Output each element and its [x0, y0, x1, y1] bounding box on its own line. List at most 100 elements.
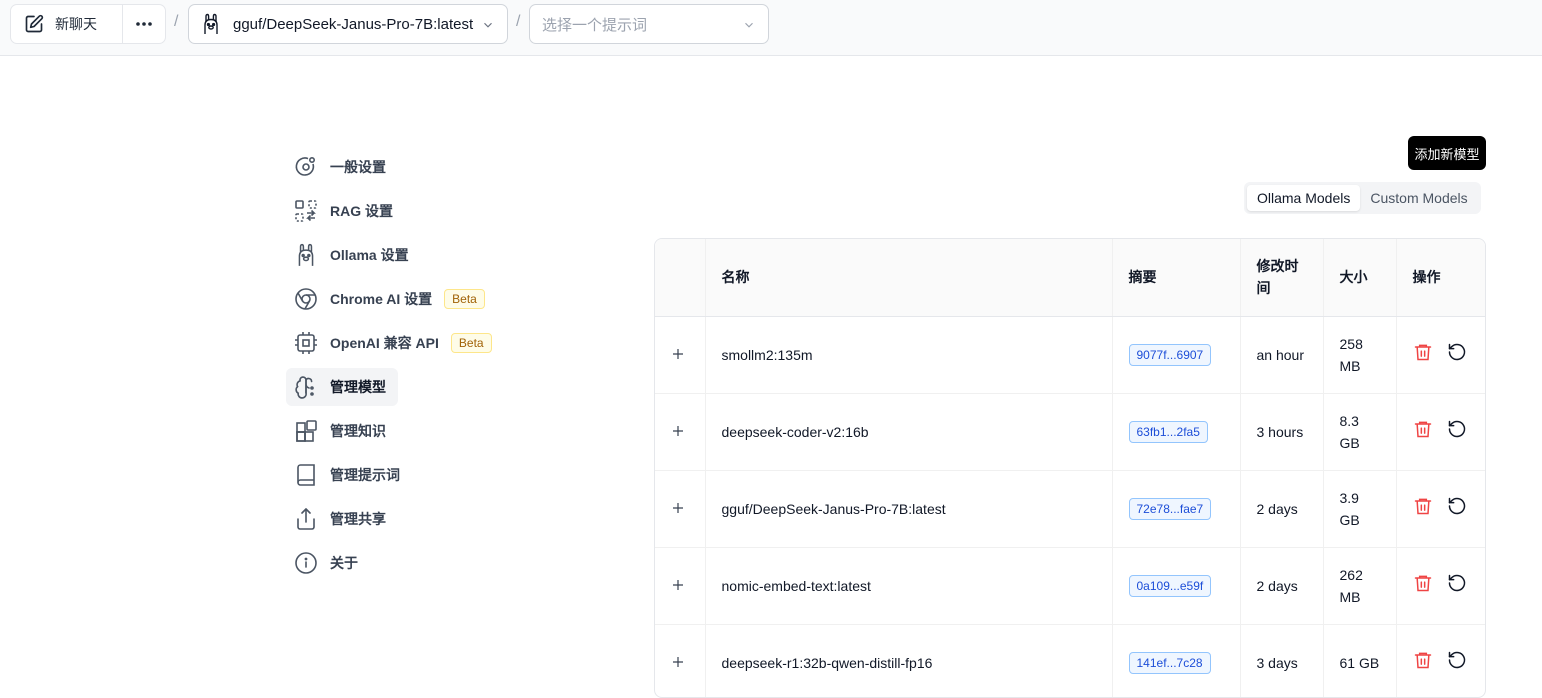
prompt-select[interactable]: 选择一个提示词: [529, 4, 769, 44]
model-source-tabs: Ollama Models Custom Models: [1244, 182, 1481, 214]
chevron-down-icon: [484, 22, 492, 28]
edit-icon: [25, 14, 44, 33]
digest-cell: 72e78...fae7: [1112, 470, 1241, 548]
sidebar-item-ollama[interactable]: Ollama 设置: [286, 236, 526, 274]
model-name: deepseek-r1:32b-qwen-distill-fp16: [705, 624, 1113, 697]
refresh-icon[interactable]: [1447, 419, 1467, 445]
models-table: 名称 摘要 修改时间 大小 操作 smollm2:135m 9077f...69…: [654, 238, 1486, 698]
ollama-icon: [294, 243, 318, 267]
expand-cell: [655, 316, 706, 394]
table-row: deepseek-coder-v2:16b 63fb1...2fa5 3 hou…: [655, 393, 1485, 471]
size-cell: 3.9 GB: [1323, 470, 1397, 548]
blocks-icon: [294, 419, 318, 443]
new-chat-button[interactable]: 新聊天: [11, 5, 123, 43]
refresh-icon[interactable]: [1447, 573, 1467, 599]
refresh-icon[interactable]: [1447, 496, 1467, 522]
sidebar-item-manage-sharing[interactable]: 管理共享: [286, 500, 526, 538]
delete-icon[interactable]: [1413, 650, 1433, 676]
tab-custom-models[interactable]: Custom Models: [1360, 185, 1477, 211]
chevron-down-icon: [745, 22, 753, 28]
expand-cell: [655, 470, 706, 548]
sidebar-item-rag[interactable]: RAG 设置: [286, 192, 526, 230]
size-cell: 258 MB: [1323, 316, 1397, 394]
refresh-icon[interactable]: [1447, 342, 1467, 368]
tab-ollama-models[interactable]: Ollama Models: [1247, 185, 1361, 211]
sidebar-item-openai-api[interactable]: OpenAI 兼容 API Beta: [286, 324, 526, 362]
header-modified: 修改时间: [1240, 239, 1324, 317]
settings-sidebar: 一般设置 RAG 设置 Ollama 设置 Chrome AI 设置 Beta …: [286, 148, 526, 588]
top-bar: 新聊天 / gguf/DeepSeek-Janus-Pro-7B:latest …: [0, 0, 1542, 56]
model-select[interactable]: gguf/DeepSeek-Janus-Pro-7B:latest: [188, 4, 508, 44]
beta-badge: Beta: [450, 333, 492, 353]
sidebar-item-label: 管理提示词: [330, 467, 400, 483]
rag-icon: [294, 199, 318, 223]
actions-cell: [1396, 393, 1485, 471]
model-name: smollm2:135m: [705, 316, 1113, 394]
brain-icon: [294, 375, 318, 399]
actions-cell: [1396, 316, 1485, 394]
new-chat-label: 新聊天: [55, 16, 97, 32]
table-row: deepseek-r1:32b-qwen-distill-fp16 141ef.…: [655, 624, 1485, 697]
beta-badge: Beta: [444, 289, 485, 309]
digest-tag: 9077f...6907: [1128, 344, 1212, 366]
model-name: nomic-embed-text:latest: [705, 547, 1113, 625]
expand-cell: [655, 547, 706, 625]
header-expand: [655, 239, 706, 317]
chrome-icon: [294, 287, 318, 311]
actions-cell: [1396, 624, 1485, 697]
sidebar-item-general[interactable]: 一般设置: [286, 148, 526, 186]
sidebar-item-label: Chrome AI 设置: [330, 291, 433, 307]
size-cell: 8.3 GB: [1323, 393, 1397, 471]
sidebar-item-manage-knowledge[interactable]: 管理知识: [286, 412, 526, 450]
header-name: 名称: [705, 239, 1113, 317]
digest-tag: 141ef...7c28: [1128, 652, 1211, 674]
more-horizontal-icon: [136, 22, 152, 26]
table-row: gguf/DeepSeek-Janus-Pro-7B:latest 72e78.…: [655, 470, 1485, 548]
model-name: gguf/DeepSeek-Janus-Pro-7B:latest: [705, 470, 1113, 548]
sidebar-item-label: 关于: [330, 555, 358, 571]
book-icon: [294, 463, 318, 487]
sidebar-item-label: OpenAI 兼容 API: [330, 335, 439, 351]
sidebar-item-label: 一般设置: [330, 159, 386, 175]
expand-row-icon[interactable]: [671, 501, 685, 515]
header-actions: 操作: [1396, 239, 1485, 317]
sidebar-item-label: 管理共享: [330, 511, 386, 527]
header-size: 大小: [1323, 239, 1397, 317]
breadcrumb-separator: /: [174, 13, 179, 30]
delete-icon[interactable]: [1413, 573, 1433, 599]
expand-cell: [655, 393, 706, 471]
expand-row-icon[interactable]: [671, 347, 685, 361]
header-digest: 摘要: [1112, 239, 1241, 317]
add-model-button[interactable]: 添加新模型: [1408, 136, 1486, 170]
sidebar-item-manage-models[interactable]: 管理模型: [286, 368, 398, 406]
ollama-icon: [204, 13, 218, 34]
delete-icon[interactable]: [1413, 496, 1433, 522]
digest-tag: 72e78...fae7: [1128, 498, 1212, 520]
model-select-value: gguf/DeepSeek-Janus-Pro-7B:latest: [233, 15, 474, 33]
sidebar-item-manage-prompts[interactable]: 管理提示词: [286, 456, 526, 494]
digest-tag: 63fb1...2fa5: [1128, 421, 1208, 443]
table-header-row: 名称 摘要 修改时间 大小 操作: [655, 239, 1485, 317]
size-cell: 61 GB: [1323, 624, 1397, 697]
actions-cell: [1396, 470, 1485, 548]
sidebar-item-label: 管理知识: [330, 423, 386, 439]
chip-icon: [294, 331, 318, 355]
sidebar-item-chrome-ai[interactable]: Chrome AI 设置 Beta: [286, 280, 526, 318]
size-cell: 262 MB: [1323, 547, 1397, 625]
table-row: nomic-embed-text:latest 0a109...e59f 2 d…: [655, 547, 1485, 625]
modified-cell: 2 days: [1240, 470, 1324, 548]
delete-icon[interactable]: [1413, 419, 1433, 445]
expand-row-icon[interactable]: [671, 424, 685, 438]
refresh-icon[interactable]: [1447, 650, 1467, 676]
expand-row-icon[interactable]: [671, 655, 685, 669]
info-icon: [294, 551, 318, 575]
delete-icon[interactable]: [1413, 342, 1433, 368]
table-row: smollm2:135m 9077f...6907 an hour 258 MB: [655, 316, 1485, 394]
expand-row-icon[interactable]: [671, 578, 685, 592]
sidebar-item-about[interactable]: 关于: [286, 544, 526, 582]
actions-cell: [1396, 547, 1485, 625]
more-options-button[interactable]: [123, 5, 165, 43]
modified-cell: 3 days: [1240, 624, 1324, 697]
settings-circle-icon: [294, 155, 318, 179]
modified-cell: 3 hours: [1240, 393, 1324, 471]
